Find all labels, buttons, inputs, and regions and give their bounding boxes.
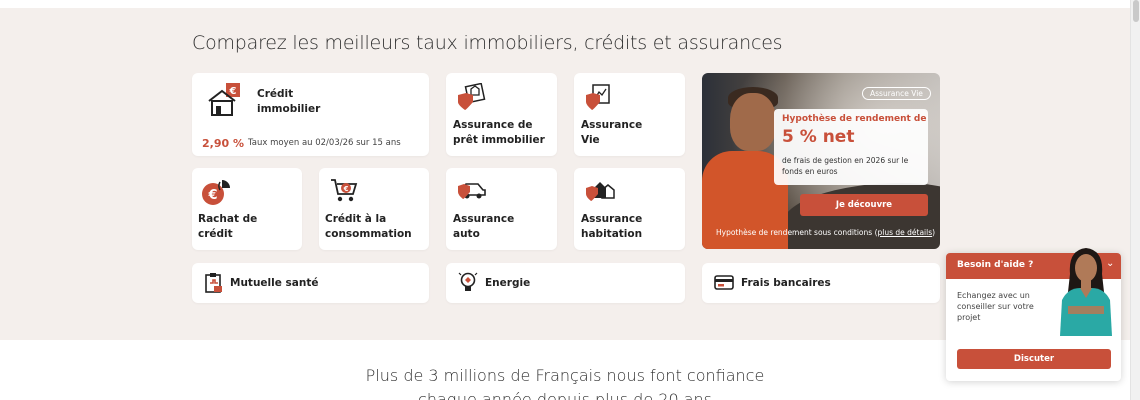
card-label: Rachat de crédit [198, 213, 258, 240]
header-strip [0, 0, 1130, 8]
help-text: Echangez avec un conseiller sur votre pr… [957, 291, 1034, 322]
svg-text:€: € [229, 86, 237, 97]
shield-chart-icon [584, 83, 614, 117]
trust-line-2: chaque année depuis plus de 20 ans [418, 390, 712, 400]
card-label: Assurance Vie [581, 119, 643, 146]
card-rachat-credit[interactable]: € Rachat de crédit [192, 168, 302, 250]
card-label: Crédit à la consommation [325, 213, 412, 240]
svg-text:€: € [343, 185, 349, 193]
promo-assurance-vie[interactable]: Assurance Vie Hypothèse de rendement de … [702, 73, 940, 249]
card-assurance-habitation[interactable]: Assurance habitation [574, 168, 685, 250]
promo-tag: Assurance Vie [862, 87, 931, 100]
card-credit-conso[interactable]: € Crédit à la consommation [319, 168, 429, 250]
chat-button[interactable]: Discuter [957, 349, 1111, 369]
shield-house-icon [456, 82, 486, 117]
scrollbar-thumb[interactable] [1133, 0, 1139, 22]
card-mutuelle[interactable]: Mutuelle santé [192, 263, 429, 303]
rate-description: Taux moyen au 02/03/26 sur 15 ans [248, 138, 401, 148]
house-euro-icon: € [206, 83, 242, 123]
section-heading: Comparez les meilleurs taux immobiliers,… [192, 32, 783, 54]
card-label: Energie [485, 277, 531, 289]
promo-description: de frais de gestion en 2026 sur le fonds… [782, 156, 909, 176]
promo-box: Hypothèse de rendement de 5 % net de fra… [774, 109, 928, 185]
shopping-cart-icon: € [329, 176, 359, 210]
card-label: Frais bancaires [741, 277, 831, 289]
details-link[interactable]: plus de détails [878, 228, 933, 237]
help-title: Besoin d'aide ? [957, 260, 1034, 270]
card-label: Assurance de prêt immobilier [453, 119, 545, 146]
card-assurance-vie[interactable]: Assurance Vie [574, 73, 685, 156]
credit-card-icon [714, 274, 734, 296]
promo-footer: Hypothèse de rendement sous conditions (… [716, 228, 936, 237]
page-scrollbar[interactable] [1130, 0, 1140, 400]
promo-title: Hypothèse de rendement de [782, 114, 927, 124]
card-assurance-auto[interactable]: Assurance auto [446, 168, 557, 250]
car-shield-icon [456, 176, 488, 210]
lightbulb-icon [458, 271, 478, 299]
discover-button[interactable]: Je découvre [800, 194, 928, 216]
card-label: Assurance habitation [581, 213, 643, 240]
card-assurance-pret[interactable]: Assurance de prêt immobilier [446, 73, 557, 156]
rate-value: 2,90 % [202, 137, 244, 150]
clipboard-health-icon [204, 272, 224, 298]
card-label: Mutuelle santé [230, 277, 319, 289]
advisor-avatar [1054, 244, 1118, 336]
euro-circle-icon: € [200, 176, 232, 212]
card-credit-immobilier[interactable]: € Crédit immobilier 2,90 % Taux moyen au… [192, 73, 429, 156]
card-energie[interactable]: Energie [446, 263, 685, 303]
card-label: Assurance auto [453, 213, 515, 240]
promo-value: 5 % net [782, 127, 855, 147]
promo-person-image [730, 93, 776, 151]
svg-text:€: € [207, 188, 217, 203]
card-label: Crédit immobilier [257, 88, 321, 115]
card-frais-bancaires[interactable]: Frais bancaires [702, 263, 940, 303]
houses-shield-icon [584, 176, 616, 210]
